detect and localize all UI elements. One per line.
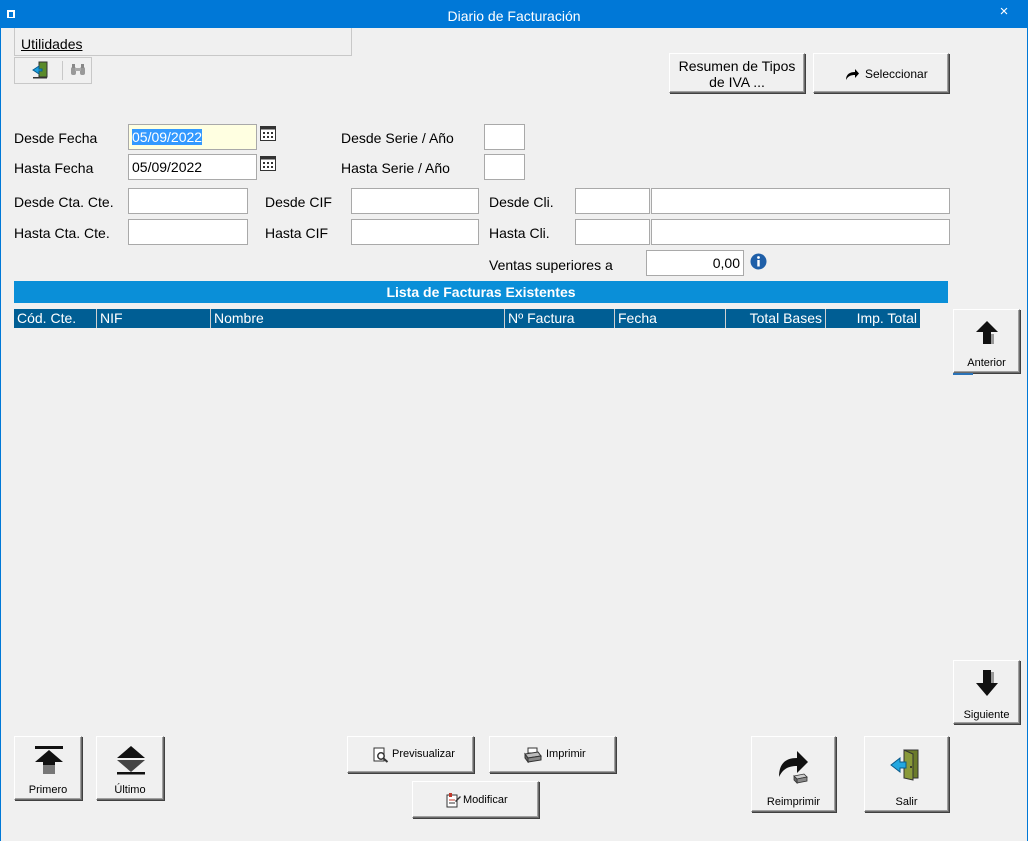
modificar-button[interactable]: Modificar <box>412 781 539 818</box>
desde-fecha-input[interactable]: 05/09/2022 <box>128 124 257 150</box>
primero-button[interactable]: Primero <box>14 736 82 800</box>
calendar-icon[interactable] <box>260 155 276 171</box>
salir-button[interactable]: Salir <box>864 736 949 812</box>
anterior-button[interactable]: Anterior <box>953 309 1020 373</box>
column-header-cod-cte[interactable]: Cód. Cte. <box>14 309 97 328</box>
hasta-fecha-input[interactable]: 05/09/2022 <box>128 154 257 180</box>
invoice-list-area[interactable] <box>14 328 920 708</box>
hasta-serie-input[interactable] <box>484 154 525 180</box>
info-icon[interactable] <box>750 253 767 270</box>
hasta-cli-name-input[interactable] <box>651 219 950 245</box>
desde-cif-input[interactable] <box>351 188 479 214</box>
list-columns-header: Cód. Cte. NIF Nombre Nº Factura Fecha To… <box>14 309 920 328</box>
column-header-imp-total[interactable]: Imp. Total <box>826 309 920 328</box>
menu-bar: Utilidades <box>14 28 352 56</box>
resumen-tipos-iva-button[interactable]: Resumen de Tipos de IVA ... <box>669 53 805 93</box>
previsualizar-label: Previsualizar <box>392 748 455 760</box>
desde-cli-label: Desde Cli. <box>489 194 554 210</box>
hasta-cli-code-input[interactable] <box>575 219 650 245</box>
anterior-label: Anterior <box>967 357 1006 369</box>
desde-serie-input[interactable] <box>484 124 525 150</box>
reprint-icon <box>779 751 808 784</box>
reimprimir-label: Reimprimir <box>752 796 835 808</box>
title-bar: Diario de Facturación × <box>0 0 1028 28</box>
seleccionar-label: Seleccionar <box>865 67 928 81</box>
salir-label: Salir <box>895 796 918 808</box>
primero-label: Primero <box>28 784 68 796</box>
resumen-button-label: Resumen de Tipos de IVA ... <box>678 58 796 90</box>
toolbar <box>14 57 92 84</box>
desde-cta-label: Desde Cta. Cte. <box>14 194 114 210</box>
imprimir-button[interactable]: Imprimir <box>489 736 616 773</box>
column-header-total-bases[interactable]: Total Bases <box>726 309 826 328</box>
ventas-input[interactable]: 0,00 <box>646 250 744 276</box>
scroll-indicator <box>953 373 973 375</box>
seleccionar-button[interactable]: Seleccionar <box>813 53 949 93</box>
hasta-fecha-label: Hasta Fecha <box>14 160 94 176</box>
desde-fecha-value: 05/09/2022 <box>132 129 203 145</box>
close-icon[interactable]: × <box>994 3 1014 20</box>
edit-document-icon <box>446 793 461 808</box>
siguiente-button[interactable]: Siguiente <box>953 660 1020 724</box>
reimprimir-button[interactable]: Reimprimir <box>751 736 836 812</box>
list-title: Lista de Facturas Existentes <box>14 281 948 303</box>
desde-cli-code-input[interactable] <box>575 188 650 214</box>
exit-door-icon <box>890 749 919 781</box>
arrow-down-icon <box>976 670 998 696</box>
binoculars-icon[interactable] <box>70 63 86 77</box>
arrow-first-icon <box>35 746 63 774</box>
hasta-cta-label: Hasta Cta. Cte. <box>14 225 110 241</box>
desde-cif-label: Desde CIF <box>265 194 332 210</box>
desde-cli-name-input[interactable] <box>651 188 950 214</box>
window-border-left <box>0 28 1 841</box>
desde-cta-input[interactable] <box>128 188 248 214</box>
hasta-cli-label: Hasta Cli. <box>489 225 550 241</box>
column-header-n-factura[interactable]: Nº Factura <box>505 309 615 328</box>
menu-utilidades[interactable]: Utilidades <box>21 36 82 52</box>
preview-magnifier-icon <box>373 747 389 763</box>
hasta-cif-input[interactable] <box>351 219 479 245</box>
column-header-fecha[interactable]: Fecha <box>615 309 726 328</box>
window-title: Diario de Facturación <box>447 8 581 24</box>
desde-serie-label: Desde Serie / Año <box>341 130 454 146</box>
toolbar-separator <box>62 61 63 80</box>
previsualizar-button[interactable]: Previsualizar <box>347 736 474 773</box>
printer-icon <box>524 747 542 763</box>
column-header-nif[interactable]: NIF <box>97 309 211 328</box>
hasta-cta-input[interactable] <box>128 219 248 245</box>
arrow-up-icon <box>976 321 998 344</box>
exit-door-icon[interactable] <box>31 61 49 79</box>
desde-fecha-label: Desde Fecha <box>14 130 98 146</box>
arrow-last-icon <box>117 746 145 775</box>
hasta-serie-label: Hasta Serie / Año <box>341 160 450 176</box>
ultimo-label: Último <box>114 784 146 796</box>
modificar-label: Modificar <box>463 794 508 806</box>
hasta-cif-label: Hasta CIF <box>265 225 329 241</box>
ultimo-button[interactable]: Último <box>96 736 164 800</box>
siguiente-label: Siguiente <box>963 709 1010 721</box>
imprimir-label: Imprimir <box>546 748 586 760</box>
column-header-nombre[interactable]: Nombre <box>211 309 505 328</box>
reimprimir-label-text: Reimprimir <box>766 796 821 808</box>
redo-arrow-icon <box>846 69 859 80</box>
ventas-label: Ventas superiores a <box>489 257 613 273</box>
calendar-icon[interactable] <box>260 125 276 141</box>
